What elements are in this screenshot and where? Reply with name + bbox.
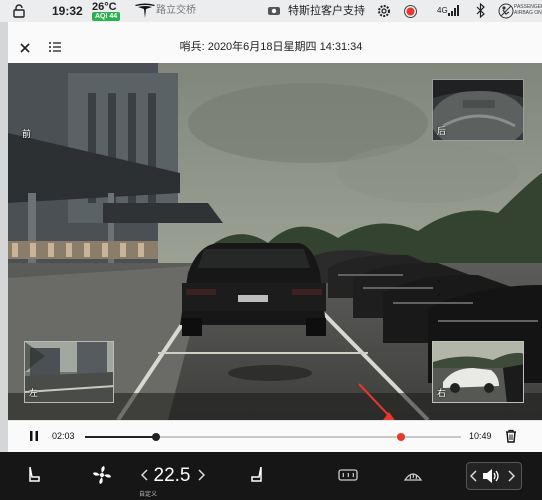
background-map-strip <box>0 22 8 452</box>
rear-camera-label: 后 <box>437 126 447 136</box>
pause-button[interactable] <box>28 430 40 442</box>
climate-mode-label: 自定义 <box>138 492 157 498</box>
tesla-logo[interactable] <box>134 3 156 19</box>
seat-heater-left-icon[interactable] <box>27 466 41 484</box>
seat-heater-right-icon[interactable] <box>250 466 264 484</box>
record-icon[interactable] <box>404 5 417 18</box>
bluetooth-icon[interactable] <box>476 3 485 18</box>
airbag-status-text: PASSENGER AIRBAG ON <box>514 4 542 16</box>
front-camera-video[interactable]: 后 左 右 <box>8 63 542 420</box>
temp-down-icon[interactable] <box>141 469 149 481</box>
right-camera-label: 右 <box>437 388 447 398</box>
status-bar: 19:32 26°C AQI 44 路立交桥 特斯拉客户支持 4G PASSEN… <box>0 0 542 22</box>
trash-icon[interactable] <box>505 429 517 443</box>
gear-icon[interactable] <box>377 4 391 18</box>
volume-icon <box>483 469 499 483</box>
temp-up-icon[interactable] <box>197 469 205 481</box>
recording-title: 哨兵: 2020年6月18日星期四 14:31:34 <box>179 41 363 53</box>
current-time: 02:03 <box>52 431 75 441</box>
airbag-icon <box>498 3 514 19</box>
scrub-progress <box>85 436 157 438</box>
map-road-label: 路立交桥 <box>156 5 196 16</box>
fan-icon[interactable] <box>92 465 112 485</box>
clock: 19:32 <box>52 4 83 18</box>
aqi-badge: AQI 44 <box>92 12 121 21</box>
climate-bar <box>0 452 542 500</box>
tesla-screen: 19:32 26°C AQI 44 路立交桥 特斯拉客户支持 4G PASSEN… <box>0 0 542 500</box>
network-type: 4G <box>437 6 448 15</box>
lock-icon[interactable] <box>12 4 26 18</box>
volume-up-icon[interactable] <box>508 470 515 482</box>
left-camera-label: 左 <box>29 388 39 398</box>
rear-camera-thumbnail[interactable]: 后 <box>432 79 524 141</box>
signal-icon <box>448 5 459 16</box>
customer-support-link[interactable]: 特斯拉客户支持 <box>288 0 365 22</box>
volume-down-icon[interactable] <box>470 470 477 482</box>
scrub-track[interactable] <box>85 433 461 441</box>
front-camera-label: 前 <box>22 129 32 139</box>
left-camera-thumbnail[interactable]: 左 <box>24 341 114 403</box>
rear-defrost-icon[interactable] <box>338 468 358 484</box>
total-time: 10:49 <box>469 431 492 441</box>
camera-icon[interactable] <box>268 5 280 17</box>
cabin-temperature: 22.5 <box>153 465 191 486</box>
defrost-icon[interactable] <box>403 468 423 484</box>
sentry-event-marker[interactable] <box>396 433 405 441</box>
right-camera-thumbnail[interactable]: 右 <box>432 341 524 403</box>
